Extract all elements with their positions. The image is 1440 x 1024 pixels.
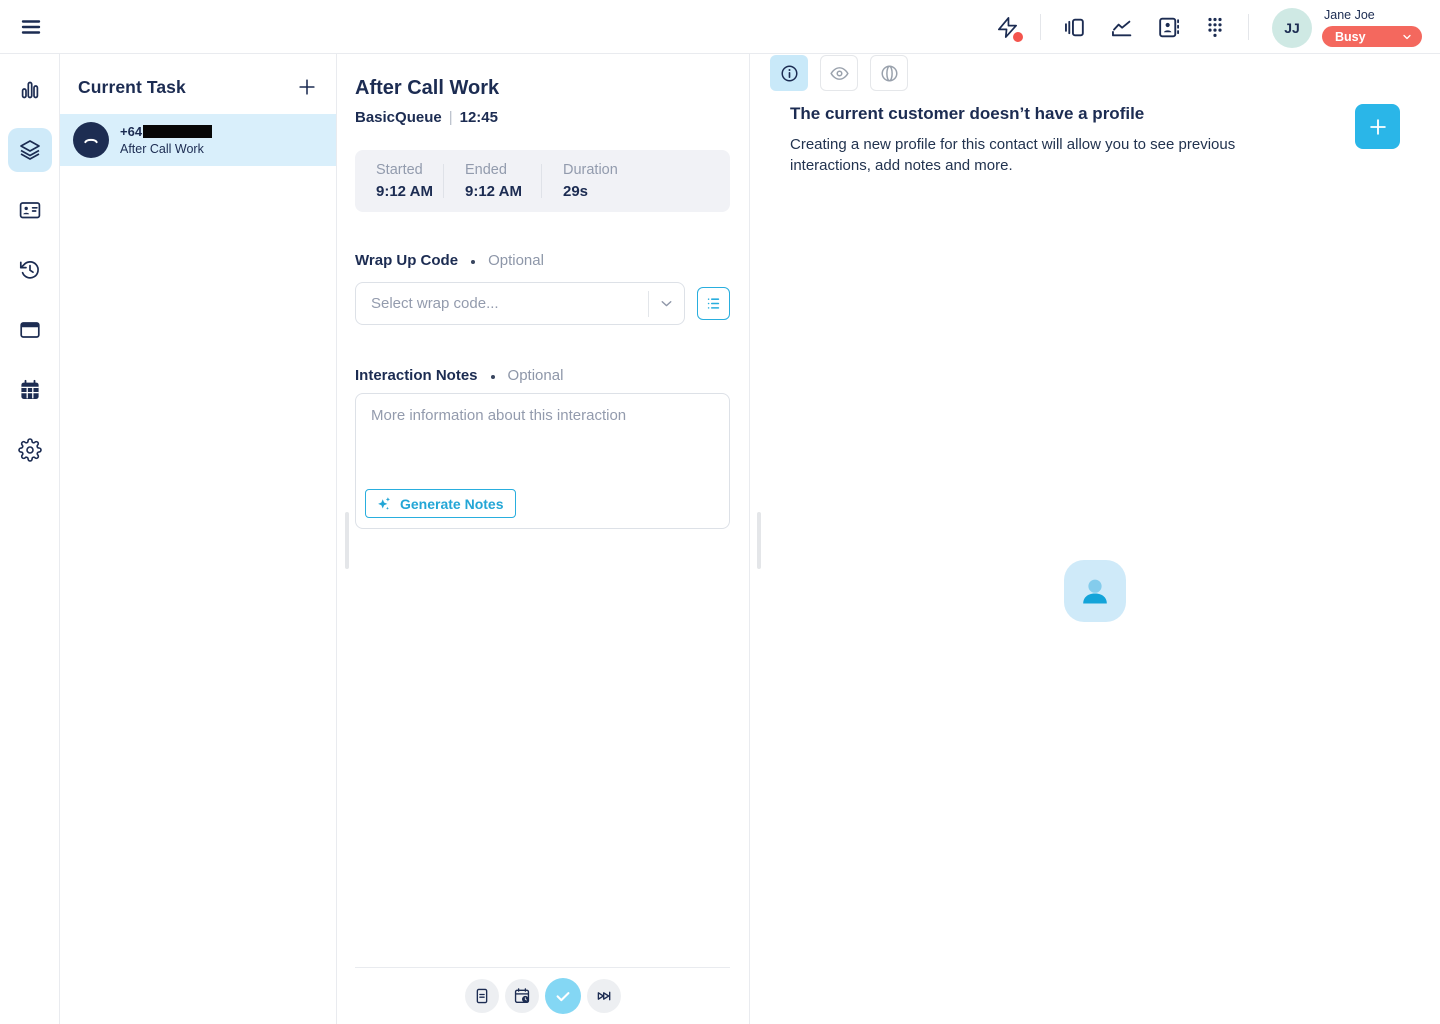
optional-label: Optional	[508, 367, 564, 384]
interaction-notes-label: Interaction Notes	[355, 367, 478, 384]
chevron-down-icon	[1401, 31, 1413, 43]
duration-value: 29s	[563, 183, 618, 200]
user-name: Jane Joe	[1324, 8, 1375, 22]
customer-profile-panel: The current customer doesn’t have a prof…	[750, 54, 1440, 1024]
add-task-button[interactable]	[294, 74, 320, 100]
tab-eye-icon[interactable]	[820, 55, 858, 91]
profile-avatar-placeholder	[1064, 560, 1126, 622]
divider	[1248, 14, 1249, 40]
acw-action-bar	[355, 967, 730, 1024]
dialpad-icon[interactable]	[1201, 13, 1229, 41]
duration-label: Duration	[563, 162, 618, 178]
acw-timer: 12:45	[460, 109, 498, 126]
started-label: Started	[376, 162, 443, 178]
zap-icon[interactable]	[993, 13, 1021, 41]
topbar-actions: JJ Jane Joe Busy	[993, 0, 1422, 54]
tab-info-icon[interactable]	[770, 55, 808, 91]
dot-separator	[471, 260, 475, 264]
task-phone-number: +64	[120, 124, 142, 139]
task-list-item[interactable]: +64 After Call Work	[60, 114, 336, 166]
optional-label: Optional	[488, 252, 544, 269]
dot-separator	[491, 375, 495, 379]
generate-notes-label: Generate Notes	[400, 496, 503, 512]
list-icon	[704, 294, 723, 313]
person-icon	[1077, 573, 1113, 609]
task-panel-title: Current Task	[78, 77, 186, 98]
panels-icon[interactable]	[1060, 13, 1088, 41]
top-bar: JJ Jane Joe Busy	[0, 0, 1440, 54]
chevron-down-icon	[649, 295, 684, 312]
ended-label: Ended	[465, 162, 541, 178]
tab-contrast-icon[interactable]	[870, 55, 908, 91]
history-icon[interactable]	[8, 248, 52, 292]
left-nav-rail	[0, 54, 60, 1024]
plus-icon	[1367, 116, 1389, 138]
user-block: JJ Jane Joe Busy	[1272, 6, 1422, 48]
wrap-up-code-label: Wrap Up Code	[355, 252, 458, 269]
avatar[interactable]: JJ	[1272, 8, 1312, 48]
started-value: 9:12 AM	[376, 183, 443, 200]
current-task-panel: Current Task +64 After Call Work	[60, 54, 337, 1024]
after-call-work-panel: After Call Work BasicQueue | 12:45 Start…	[337, 54, 750, 1024]
directory-icon[interactable]	[1154, 13, 1182, 41]
calendar-icon[interactable]	[8, 368, 52, 412]
skip-end-icon[interactable]	[587, 979, 621, 1013]
no-profile-description: Creating a new profile for this contact …	[790, 134, 1270, 176]
no-profile-heading: The current customer doesn’t have a prof…	[790, 104, 1270, 124]
separator: |	[449, 109, 453, 126]
scrollbar-thumb[interactable]	[345, 512, 349, 569]
check-icon[interactable]	[545, 978, 581, 1014]
calendar-clock-icon[interactable]	[505, 979, 539, 1013]
phone-down-icon	[73, 122, 109, 158]
layers-icon[interactable]	[8, 128, 52, 172]
window-icon[interactable]	[8, 308, 52, 352]
ended-value: 9:12 AM	[465, 183, 541, 200]
divider	[1040, 14, 1041, 40]
sparkle-icon	[376, 495, 393, 512]
task-state-label: After Call Work	[120, 142, 212, 156]
line-chart-icon[interactable]	[1107, 13, 1135, 41]
no-profile-message: The current customer doesn’t have a prof…	[790, 104, 1270, 176]
menu-icon[interactable]	[16, 13, 46, 41]
wrap-code-placeholder: Select wrap code...	[356, 295, 499, 312]
document-icon[interactable]	[465, 979, 499, 1013]
id-card-icon[interactable]	[8, 188, 52, 232]
call-summary-box: Started 9:12 AM Ended 9:12 AM Duration 2…	[355, 150, 730, 212]
create-profile-button[interactable]	[1355, 104, 1400, 149]
acw-title: After Call Work	[355, 77, 730, 100]
wrap-code-list-button[interactable]	[697, 287, 730, 320]
gear-icon[interactable]	[8, 428, 52, 472]
status-label: Busy	[1335, 30, 1366, 44]
notification-dot	[1013, 32, 1023, 42]
scrollbar-thumb[interactable]	[757, 512, 761, 569]
bar-chart-icon[interactable]	[8, 68, 52, 112]
status-dropdown[interactable]: Busy	[1322, 26, 1422, 47]
redacted-number	[143, 125, 212, 138]
plus-icon	[296, 76, 318, 98]
profile-tabs	[770, 55, 908, 91]
wrap-code-select[interactable]: Select wrap code...	[355, 282, 685, 325]
queue-name: BasicQueue	[355, 109, 442, 126]
generate-notes-button[interactable]: Generate Notes	[365, 489, 516, 518]
